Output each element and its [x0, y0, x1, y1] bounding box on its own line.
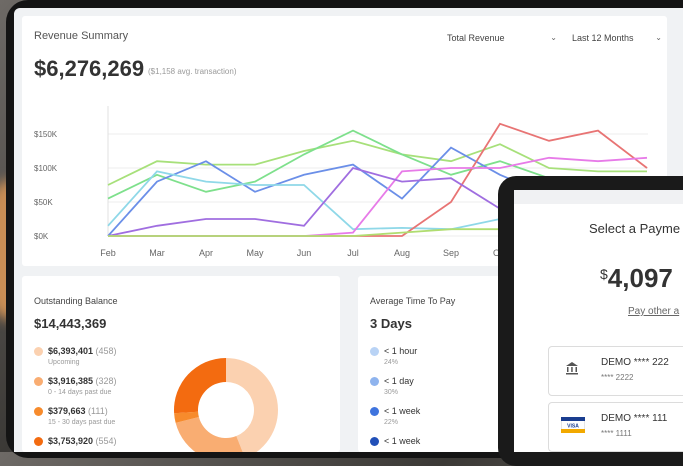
outstanding-donut-chart — [174, 358, 278, 452]
legend-dot — [370, 407, 379, 416]
legend-dot — [370, 437, 379, 446]
legend-dot — [34, 437, 43, 446]
legend-dot — [34, 377, 43, 386]
legend-pct: 30% — [384, 389, 399, 396]
legend-dot — [370, 377, 379, 386]
legend-amount: $379,663 (111) — [48, 406, 108, 416]
payment-option-name: DEMO **** 111 — [601, 413, 668, 424]
legend-sub: 0 - 14 days past due — [48, 389, 112, 396]
legend-dot — [34, 407, 43, 416]
x-tick-label: Jul — [347, 248, 359, 258]
currency-symbol: $ — [600, 266, 608, 282]
avg-time-value: 3 Days — [370, 316, 412, 331]
legend-count: (554) — [95, 436, 117, 446]
visa-card-icon: VISA — [560, 416, 586, 438]
legend-pct: 22% — [384, 419, 399, 426]
legend-dot — [370, 347, 379, 356]
legend-label: < 1 day — [384, 376, 414, 386]
outstanding-total: $14,443,369 — [34, 316, 107, 331]
x-tick-label: May — [246, 248, 264, 258]
outstanding-title: Outstanding Balance — [34, 296, 118, 306]
payment-option-bank[interactable]: DEMO **** 222 **** 2222 — [548, 346, 683, 396]
legend-amount: $3,753,920 (554) — [48, 436, 117, 446]
x-tick-label: Jun — [297, 248, 312, 258]
bank-icon — [565, 361, 579, 380]
legend-sub: 15 - 30 days past due — [48, 419, 116, 426]
legend-sub: Upcoming — [48, 359, 80, 366]
legend-label: < 1 week — [384, 436, 421, 446]
legend-dot — [34, 347, 43, 356]
payment-option-number: **** 1111 — [601, 429, 632, 438]
legend-count: (111) — [88, 406, 108, 416]
y-tick-label: $0K — [34, 232, 49, 241]
donut-slice — [175, 416, 243, 452]
payment-screen: Select a Payme $4,097 Pay other a DEMO *… — [514, 190, 683, 452]
x-tick-label: Sep — [443, 248, 459, 258]
legend-amount: $6,393,401 (458) — [48, 346, 117, 356]
donut-slice — [174, 358, 226, 414]
x-tick-label: Aug — [394, 248, 410, 258]
payment-title: Select a Payme — [589, 221, 681, 236]
legend-label: < 1 week — [384, 406, 421, 416]
payment-card: Select a Payme $4,097 Pay other a DEMO *… — [514, 204, 683, 452]
payment-option-card[interactable]: VISA DEMO **** 111 **** 1111 — [548, 402, 683, 452]
avg-time-title: Average Time To Pay — [370, 296, 456, 306]
y-tick-label: $50K — [34, 198, 53, 207]
x-tick-label: Apr — [199, 248, 213, 258]
svg-text:VISA: VISA — [567, 424, 579, 430]
y-tick-label: $150K — [34, 130, 58, 139]
payment-option-number: **** 2222 — [601, 373, 634, 382]
outstanding-balance-card: Outstanding Balance $14,443,369 $6,393,4… — [22, 276, 340, 452]
legend-amount: $3,916,385 (328) — [48, 376, 117, 386]
payment-amount-value: 4,097 — [607, 263, 673, 293]
payment-option-name: DEMO **** 222 — [601, 357, 669, 368]
legend-count: (458) — [95, 346, 117, 356]
payment-amount: $4,097 — [600, 263, 673, 294]
x-tick-label: Feb — [100, 248, 116, 258]
legend-count: (328) — [95, 376, 117, 386]
legend-label: < 1 hour — [384, 346, 418, 356]
legend-pct: 24% — [384, 359, 399, 366]
x-tick-label: Mar — [149, 248, 165, 258]
pay-other-amount-link[interactable]: Pay other a — [628, 306, 679, 317]
y-tick-label: $100K — [34, 164, 58, 173]
